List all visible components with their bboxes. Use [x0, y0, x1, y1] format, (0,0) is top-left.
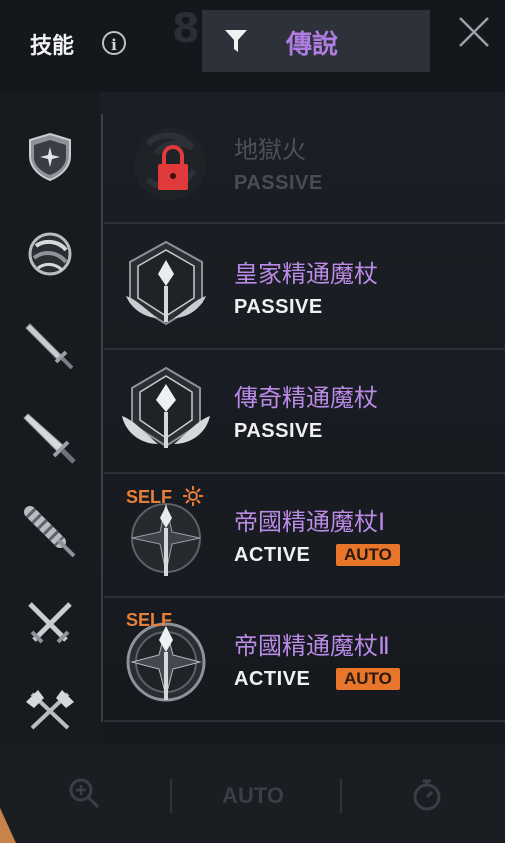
crossed-axes-icon [26, 690, 74, 730]
category-shield-star[interactable] [22, 128, 78, 184]
header: 8 技能 i 傳說 [0, 0, 505, 92]
skill-type: PASSIVE [234, 420, 323, 442]
skill-row[interactable]: SELF 帝國精通魔杖Ⅱ ACTIVE AUTO [104, 596, 505, 722]
category-sword[interactable] [22, 318, 78, 374]
category-crossed-axes[interactable] [22, 684, 78, 740]
auto-badge: AUTO [336, 668, 400, 690]
category-greatsword[interactable] [22, 410, 78, 466]
skill-icon-hellfire [118, 114, 214, 210]
skill-name: 地獄火 [234, 136, 306, 164]
filter-icon [225, 30, 247, 52]
close-button[interactable] [456, 14, 492, 50]
toolbar-separator [170, 779, 172, 813]
skills-panel: 8 技能 i 傳說 地獄火 PASSIVE 皇家精通魔杖 PASSIVE 傳奇精… [0, 0, 505, 843]
self-target-tag: SELF [126, 610, 173, 630]
skill-row[interactable]: SELF 帝國精通魔杖Ⅰ ACTIVE AUTO [104, 472, 505, 598]
sidebar-divider [101, 114, 103, 722]
skill-icon-legendary-staff [118, 362, 214, 458]
sun-burst-icon [183, 486, 204, 506]
skill-row[interactable]: 皇家精通魔杖 PASSIVE [104, 224, 505, 350]
close-icon [459, 17, 489, 47]
stopwatch-icon [413, 779, 441, 811]
orb-icon [28, 232, 72, 276]
shield-star-icon [29, 132, 71, 182]
background-level-number: 8 [172, 6, 200, 52]
skill-type: ACTIVE [234, 544, 311, 566]
bottom-toolbar: AUTO [0, 745, 505, 843]
timer-button[interactable] [410, 777, 444, 813]
skill-name: 帝國精通魔杖Ⅱ [234, 632, 390, 660]
auto-button[interactable]: AUTO [222, 783, 284, 809]
skill-type: PASSIVE [234, 172, 323, 194]
category-spiked-club[interactable] [22, 502, 78, 558]
skill-row[interactable]: 地獄火 PASSIVE [104, 100, 505, 224]
skill-name: 傳奇精通魔杖 [234, 384, 378, 412]
skill-name: 皇家精通魔杖 [234, 260, 378, 288]
info-icon[interactable]: i [102, 31, 126, 55]
category-orb[interactable] [22, 226, 78, 282]
skill-type: ACTIVE [234, 668, 311, 690]
auto-badge: AUTO [336, 544, 400, 566]
zoom-button[interactable] [66, 775, 102, 811]
filter-label: 傳說 [286, 30, 339, 60]
category-crossed-swords[interactable] [22, 596, 78, 652]
self-target-tag: SELF [126, 486, 204, 508]
page-title: 技能 [30, 34, 75, 59]
spiked-club-icon [24, 506, 76, 558]
greatsword-icon [23, 413, 76, 464]
toolbar-separator [340, 779, 342, 813]
rarity-filter-button[interactable]: 傳說 [202, 10, 430, 72]
skill-row[interactable]: 傳奇精通魔杖 PASSIVE [104, 348, 505, 474]
corner-accent [0, 808, 16, 843]
skill-icon-royal-staff [118, 238, 214, 334]
skill-type: PASSIVE [234, 296, 323, 318]
zoom-in-icon [69, 778, 100, 809]
skill-name: 帝國精通魔杖Ⅰ [234, 508, 386, 536]
sword-icon [25, 323, 74, 370]
crossed-swords-icon [28, 602, 72, 644]
